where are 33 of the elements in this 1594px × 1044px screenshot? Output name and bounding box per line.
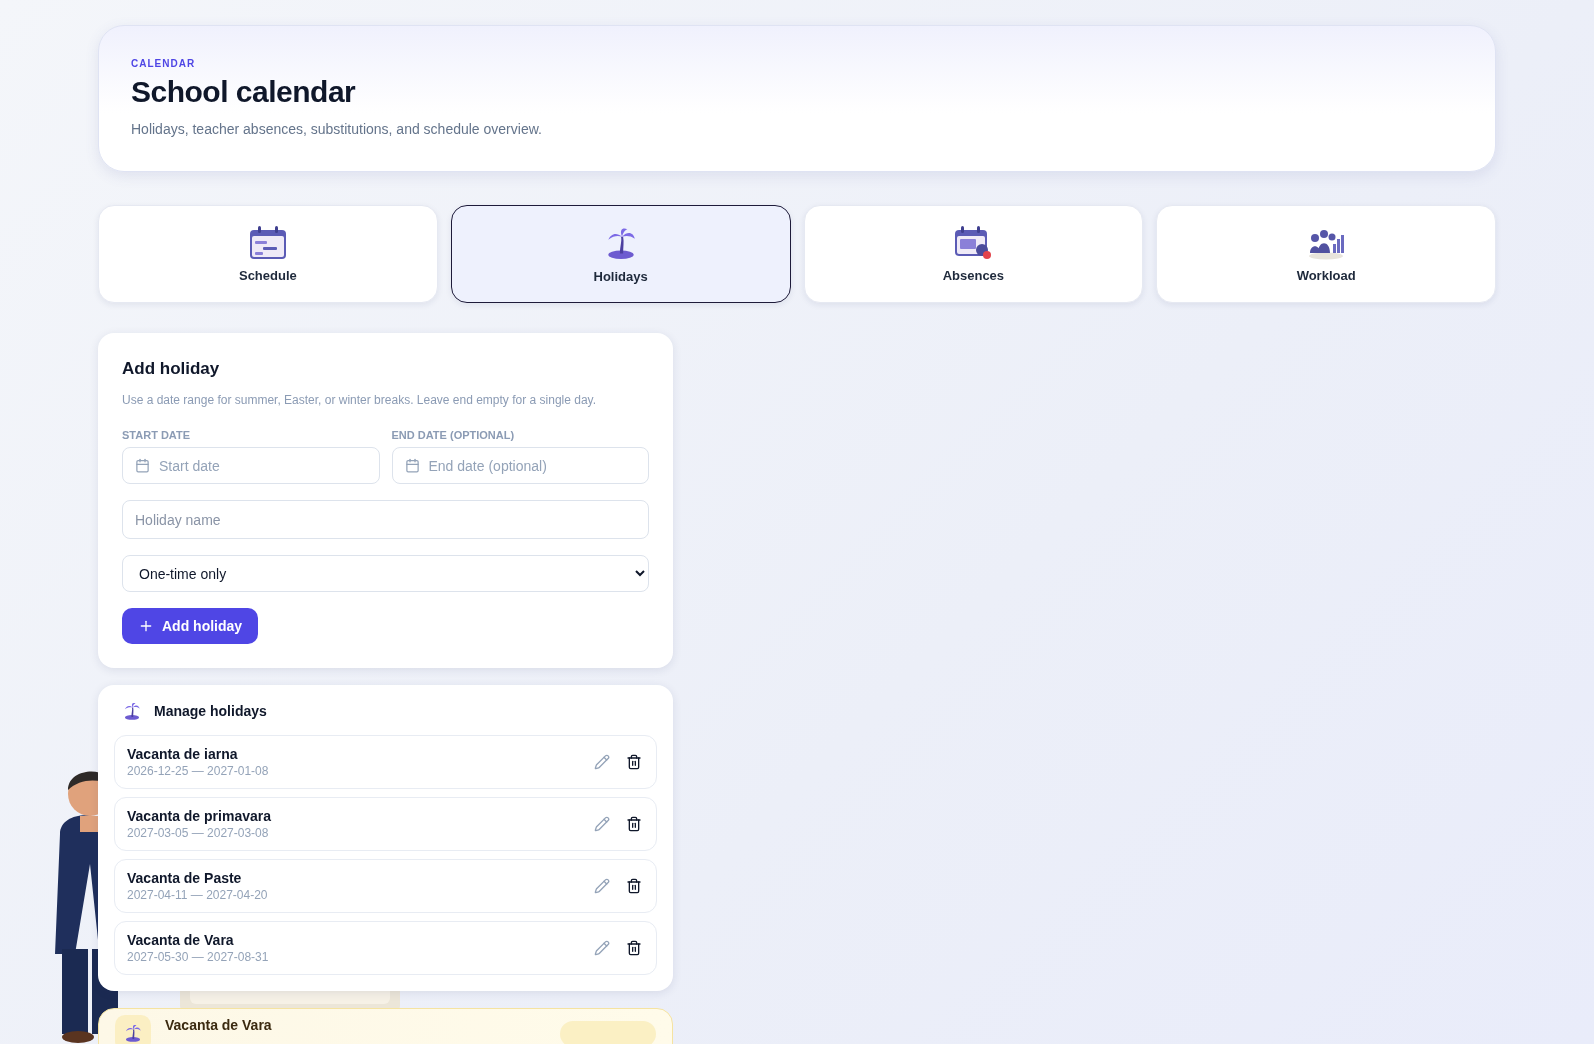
calendar-icon: [135, 458, 150, 473]
card-title: Add holiday: [122, 359, 221, 379]
holiday-name: Vacanta de iarna: [127, 746, 239, 762]
add-holiday-button[interactable]: Add holiday: [122, 608, 259, 644]
holiday-name: Vacanta de Vara: [165, 1017, 273, 1033]
holiday-name: Vacanta de primavara: [127, 808, 271, 824]
nav-tab[interactable]: Holidays: [450, 205, 791, 303]
page-subtitle: Holidays, teacher absences, substitutions, and schedule overview.: [131, 121, 542, 137]
calendar-person-icon: [954, 225, 993, 260]
repeat-select[interactable]: One-time only: [122, 555, 649, 592]
nav-tab[interactable]: Absences: [803, 205, 1144, 303]
start-date-field[interactable]: Start date: [122, 447, 380, 484]
holiday-dates: 2027-04-11 — 2027-04-20: [127, 888, 268, 902]
nav-tab[interactable]: Schedule: [98, 205, 438, 303]
field-label: END DATE (OPTIONAL): [391, 429, 516, 441]
page-title: School calendar: [131, 75, 356, 109]
nav-tab[interactable]: Workload: [1156, 205, 1496, 303]
eyebrow-label: CALENDAR: [131, 58, 196, 69]
palm-tree-icon: [122, 701, 142, 721]
calendar-icon: [404, 458, 420, 473]
calendar-icon: [248, 225, 287, 260]
form-hint: Use a date range for summer, Easter, or winter breaks. Leave end empty for a single day.: [122, 393, 598, 407]
palm-tree-icon: [123, 1023, 143, 1043]
end-date-field[interactable]: End date (optional): [391, 447, 649, 484]
holiday-dates: 2026-12-25 — 2027-01-08: [127, 764, 269, 778]
holiday-name: Vacanta de Paste: [127, 870, 243, 886]
holiday-dates: 2027-03-05 — 2027-03-08: [127, 826, 270, 840]
holiday-name-field[interactable]: Holiday name: [122, 500, 649, 539]
field-label: START DATE: [122, 429, 192, 441]
card-title: Manage holidays: [154, 703, 267, 719]
holiday-name: Vacanta de Vara: [127, 932, 235, 948]
holiday-dates: 2027-05-30 — 2027-08-31: [127, 950, 269, 964]
plus-icon: [138, 618, 154, 634]
